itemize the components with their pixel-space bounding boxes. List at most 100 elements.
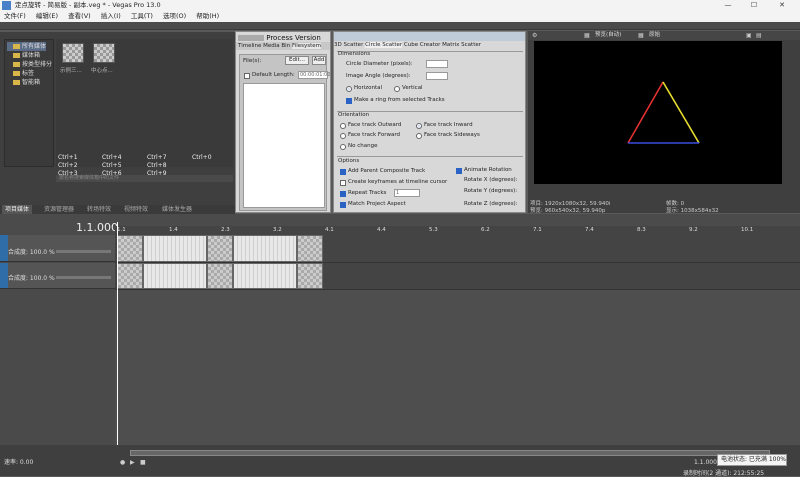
level-slider[interactable] (56, 250, 111, 253)
menu-insert[interactable]: 插入(I) (97, 11, 125, 22)
record-button-icon[interactable]: ● (120, 459, 125, 466)
tab-3d-scatter[interactable]: 3D Scatter (334, 42, 363, 48)
video-event[interactable] (233, 263, 297, 289)
tab-circle-scatter[interactable]: Circle Scatter (365, 42, 403, 48)
video-event[interactable] (117, 263, 143, 289)
tab-matrix-scatter[interactable]: Matrix Scatter (442, 42, 481, 48)
face-forward-label: Face track Forward (348, 132, 401, 138)
options-title: Options (338, 158, 360, 164)
video-event[interactable] (117, 235, 143, 262)
project-media-panel: 所有媒体 媒体箱 按类型排分 标签 智能箱 示例三... 中心点... 按名称搜… (0, 32, 235, 207)
tab-timeline[interactable]: Timeline (238, 43, 261, 49)
tab-cube-creator[interactable]: Cube Creator (404, 42, 440, 48)
media-thumbnail[interactable] (62, 43, 84, 63)
video-event[interactable] (143, 263, 207, 289)
tree-item-media-bins[interactable]: 媒体箱 (7, 51, 40, 60)
media-thumbnail[interactable] (93, 43, 115, 63)
tab-media-bin[interactable]: Media Bin (263, 43, 290, 49)
settings-icon[interactable]: ⚙ (532, 31, 537, 40)
shortcut-label: Ctrl+6 (102, 170, 122, 177)
video-event[interactable] (297, 263, 323, 289)
default-length-label: Default Length: (252, 72, 295, 78)
triangle-preview-graphic (627, 81, 700, 144)
media-list: 示例三... 中心点... (56, 39, 233, 167)
video-event[interactable] (233, 235, 297, 262)
tab-video-fx[interactable]: 视频特效 (124, 205, 148, 214)
image-angle-input[interactable] (426, 72, 448, 80)
horizontal-scrollbar[interactable] (130, 450, 770, 456)
edit-button[interactable]: Edit... (285, 56, 309, 65)
default-length-input[interactable]: 00:00:01:00 (298, 71, 331, 79)
video-event[interactable] (297, 235, 323, 262)
video-event[interactable] (143, 235, 207, 262)
level-slider[interactable] (56, 276, 111, 279)
menu-options[interactable]: 选项(O) (159, 11, 190, 22)
tree-item-tags[interactable]: 标签 (7, 69, 34, 78)
tab-media-generators[interactable]: 媒体发生器 (162, 205, 192, 214)
shortcut-label: Ctrl+5 (102, 162, 122, 169)
overlay-dropdown[interactable]: 原始 (649, 31, 660, 40)
timeline-ruler[interactable]: 1.1 1.4 2.3 3.2 4.1 4.4 5.3 6.2 7.1 7.4 … (115, 226, 800, 235)
timeline-cursor[interactable] (117, 222, 118, 456)
tab-project-media[interactable]: 项目媒体 (2, 205, 33, 214)
menu-edit[interactable]: 编辑(E) (32, 11, 62, 22)
track-header[interactable]: 合成度: 100.0 % (0, 263, 115, 289)
track-header[interactable]: 合成度: 100.0 % (0, 235, 115, 262)
tree-item-all-media[interactable]: 所有媒体 (7, 42, 47, 51)
maximize-button[interactable]: ☐ (744, 0, 764, 11)
animate-rotation-label: Animate Rotation (464, 167, 512, 173)
create-keyframes-checkbox[interactable] (340, 180, 346, 186)
ruler-tick: 4.1 (325, 227, 334, 233)
horizontal-radio[interactable] (346, 86, 352, 92)
face-sideways-radio[interactable] (416, 133, 422, 139)
circle-diameter-input[interactable] (426, 60, 448, 68)
animate-rotation-checkbox[interactable] (456, 168, 462, 174)
match-aspect-checkbox[interactable] (340, 202, 346, 208)
folder-icon (13, 71, 20, 76)
shortcut-label: Ctrl+8 (147, 162, 167, 169)
composite-level-label: 合成度: 100.0 % (8, 275, 55, 282)
folder-icon (13, 80, 20, 85)
horizontal-label: Horizontal (354, 85, 383, 91)
repeat-tracks-input[interactable]: 1 (394, 189, 420, 197)
play-button-icon[interactable]: ▶ (130, 459, 135, 466)
stop-button-icon[interactable]: ■ (140, 459, 146, 466)
video-event[interactable] (207, 263, 233, 289)
menu-bar: 文件(F) 编辑(E) 查看(V) 插入(I) 工具(T) 选项(O) 帮助(H… (0, 11, 800, 22)
menu-view[interactable]: 查看(V) (64, 11, 95, 22)
tree-item-by-type[interactable]: 按类型排分 (7, 60, 52, 69)
make-ring-checkbox[interactable] (346, 98, 352, 104)
repeat-tracks-checkbox[interactable] (340, 191, 346, 197)
face-inward-radio[interactable] (416, 123, 422, 129)
tab-explorer[interactable]: 资源管理器 (44, 205, 74, 214)
add-button[interactable]: Add (312, 56, 326, 65)
menu-help[interactable]: 帮助(H) (192, 11, 223, 22)
file-list[interactable] (243, 83, 325, 208)
video-event[interactable] (207, 235, 233, 262)
close-button[interactable]: ✕ (772, 0, 792, 11)
vertical-radio[interactable] (394, 86, 400, 92)
no-change-radio[interactable] (340, 144, 346, 150)
copy-snapshot-icon[interactable]: ▣ (746, 31, 752, 40)
circle-diameter-label: Circle Diameter (pixels): (346, 61, 413, 67)
ruler-tick: 1.1 (117, 227, 126, 233)
add-parent-checkbox[interactable] (340, 169, 346, 175)
menu-file[interactable]: 文件(F) (0, 11, 30, 22)
tab-transitions[interactable]: 转场特效 (87, 205, 111, 214)
face-outward-radio[interactable] (340, 123, 346, 129)
save-snapshot-icon[interactable]: ▤ (756, 31, 762, 40)
face-forward-radio[interactable] (340, 133, 346, 139)
menu-tools[interactable]: 工具(T) (127, 11, 157, 22)
default-length-checkbox[interactable] (244, 73, 250, 79)
tab-filesystem[interactable]: Filesystem (291, 43, 322, 49)
match-aspect-label: Match Project Aspect (348, 201, 406, 207)
shortcut-label: Ctrl+7 (147, 154, 167, 161)
rotate-x-label: Rotate X (degrees): (464, 177, 518, 183)
minimize-button[interactable]: — (718, 0, 738, 11)
vertical-label: Vertical (402, 85, 423, 91)
display-info: 显示: 1038x584x32 (666, 208, 719, 214)
media-search-bar[interactable]: 按名称搜索媒体箱中的文件 (56, 175, 233, 182)
composite-level-label: 合成度: 100.0 % (8, 249, 55, 256)
preview-quality-dropdown[interactable]: 预览(自动) (595, 31, 621, 40)
tree-item-smart-bins[interactable]: 智能箱 (7, 78, 40, 87)
